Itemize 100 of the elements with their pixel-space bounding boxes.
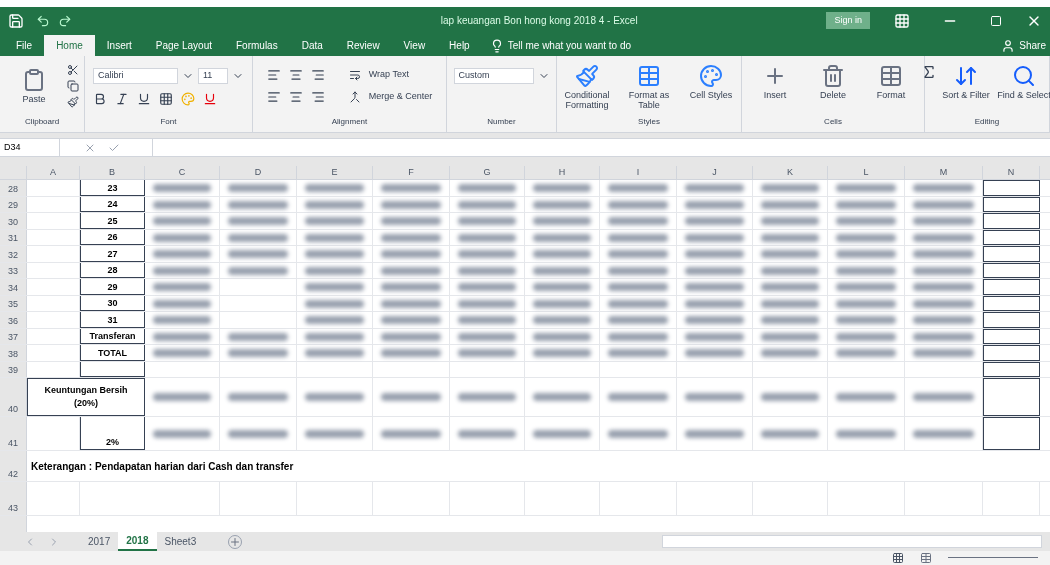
wrap-text-button[interactable]: Wrap Text xyxy=(368,68,409,82)
ribbon-tab[interactable]: Page Layout xyxy=(143,35,224,57)
ribbon-tab[interactable]: File xyxy=(4,35,45,57)
name-box[interactable]: D34 xyxy=(0,139,60,157)
cells-button[interactable]: Delete xyxy=(804,64,862,116)
table-cell xyxy=(983,246,1040,262)
blurred-content xyxy=(913,332,974,341)
cells-button[interactable]: Format xyxy=(862,64,920,116)
blurred-content xyxy=(305,233,364,242)
blurred-content xyxy=(458,250,516,259)
row-number[interactable]: 42 xyxy=(0,451,27,482)
ribbon-tab[interactable]: Data xyxy=(289,35,335,57)
blurred-content xyxy=(381,332,441,341)
row-number[interactable]: 41 xyxy=(0,417,27,451)
blurred-content xyxy=(533,217,591,226)
page-layout-icon[interactable] xyxy=(920,552,932,564)
sheet-tab[interactable]: Sheet3 xyxy=(156,532,205,551)
table-cell: 25 xyxy=(80,213,145,229)
blurred-content xyxy=(305,217,364,226)
ribbon-tab[interactable]: Insert xyxy=(94,35,144,57)
blurred-content xyxy=(228,266,288,275)
blurred-content xyxy=(836,184,896,193)
number-format-field[interactable]: Custom xyxy=(453,68,534,85)
table-cell: 23 xyxy=(80,180,145,196)
table-cell: 2% xyxy=(80,417,145,451)
styles-button[interactable]: Cell Styles xyxy=(682,64,740,116)
redo-icon[interactable] xyxy=(58,13,72,28)
align-left-icon xyxy=(266,90,281,105)
restore-icon[interactable] xyxy=(990,14,1002,27)
blurred-content xyxy=(913,233,974,242)
blurred-content xyxy=(153,233,211,242)
tell-me-field[interactable]: Tell me what you want to do xyxy=(507,38,632,54)
normal-view-icon[interactable] xyxy=(892,552,904,564)
row-number[interactable]: 36 xyxy=(0,312,27,328)
blurred-content xyxy=(305,250,364,259)
ribbon-tab[interactable]: Formulas xyxy=(224,35,290,57)
save-icon[interactable] xyxy=(8,12,24,29)
font-size-field[interactable]: 11 xyxy=(198,68,228,85)
blurred-content xyxy=(761,299,819,308)
blurred-content xyxy=(533,250,591,259)
blurred-content xyxy=(381,349,441,358)
ribbon-display-icon[interactable] xyxy=(894,12,910,29)
merge-center-button[interactable]: Merge & Center xyxy=(368,90,433,104)
blurred-content xyxy=(761,393,819,402)
styles-button[interactable]: Conditional Formatting xyxy=(558,64,616,116)
blurred-content xyxy=(761,250,819,259)
ribbon-tab[interactable]: View xyxy=(391,35,438,57)
sheet-tab[interactable]: 2018 xyxy=(118,532,157,551)
font-name-field[interactable]: Calibri xyxy=(93,68,178,85)
blurred-content xyxy=(458,217,516,226)
ribbon-tab[interactable]: Home xyxy=(44,35,95,57)
blurred-content xyxy=(685,299,744,308)
editing-button[interactable]: Sort & Filter xyxy=(937,64,995,116)
table-cell: 29 xyxy=(80,279,145,295)
table-cell xyxy=(983,361,1040,378)
blurred-content xyxy=(153,393,211,402)
undo-icon[interactable] xyxy=(36,13,50,28)
row-number[interactable]: 43 xyxy=(0,482,27,516)
blurred-content xyxy=(836,283,896,292)
blurred-content xyxy=(533,299,591,308)
ribbon-tab[interactable]: Review xyxy=(334,35,392,57)
cell-text: Keterangan : Pendapatan harian dari Cash dan transfer xyxy=(31,459,294,474)
blurred-content xyxy=(836,250,896,259)
table-cell xyxy=(983,417,1040,451)
blurred-content xyxy=(685,393,744,402)
blurred-content xyxy=(533,349,591,358)
group-label: Cells xyxy=(824,115,842,128)
row-number[interactable]: 28 xyxy=(0,180,27,196)
blurred-content xyxy=(153,299,211,308)
share-button[interactable]: Share xyxy=(1019,35,1046,57)
blurred-content xyxy=(228,233,288,242)
horizontal-scrollbar[interactable] xyxy=(662,535,1042,549)
blurred-content xyxy=(685,429,744,438)
paste-button[interactable]: Paste xyxy=(5,67,63,104)
row-number[interactable]: 38 xyxy=(0,345,27,361)
blurred-content xyxy=(913,200,974,209)
blurred-content xyxy=(533,200,591,209)
row-number[interactable]: 34 xyxy=(0,279,27,295)
blurred-content xyxy=(458,349,516,358)
blurred-content xyxy=(228,217,288,226)
blurred-content xyxy=(761,266,819,275)
styles-button[interactable]: Format as Table xyxy=(620,64,678,116)
row-number[interactable]: 30 xyxy=(0,213,27,229)
sheet-tab[interactable]: 2017 xyxy=(80,532,119,551)
row-number[interactable]: 32 xyxy=(0,246,27,262)
blurred-content xyxy=(153,316,211,325)
blurred-content xyxy=(685,217,744,226)
ribbon-tab[interactable]: Help xyxy=(437,35,482,57)
table-cell xyxy=(983,262,1040,279)
blurred-content xyxy=(685,266,744,275)
editing-button[interactable]: Find & Select xyxy=(995,64,1050,116)
table-cell: 30 xyxy=(80,295,145,312)
blurred-content xyxy=(761,184,819,193)
blurred-content xyxy=(533,429,591,438)
table-cell xyxy=(983,229,1040,246)
cells-button[interactable]: Insert xyxy=(746,64,804,116)
blurred-content xyxy=(381,250,441,259)
blurred-content xyxy=(381,316,441,325)
row-number[interactable]: 40 xyxy=(0,378,27,417)
blurred-content xyxy=(608,184,668,193)
